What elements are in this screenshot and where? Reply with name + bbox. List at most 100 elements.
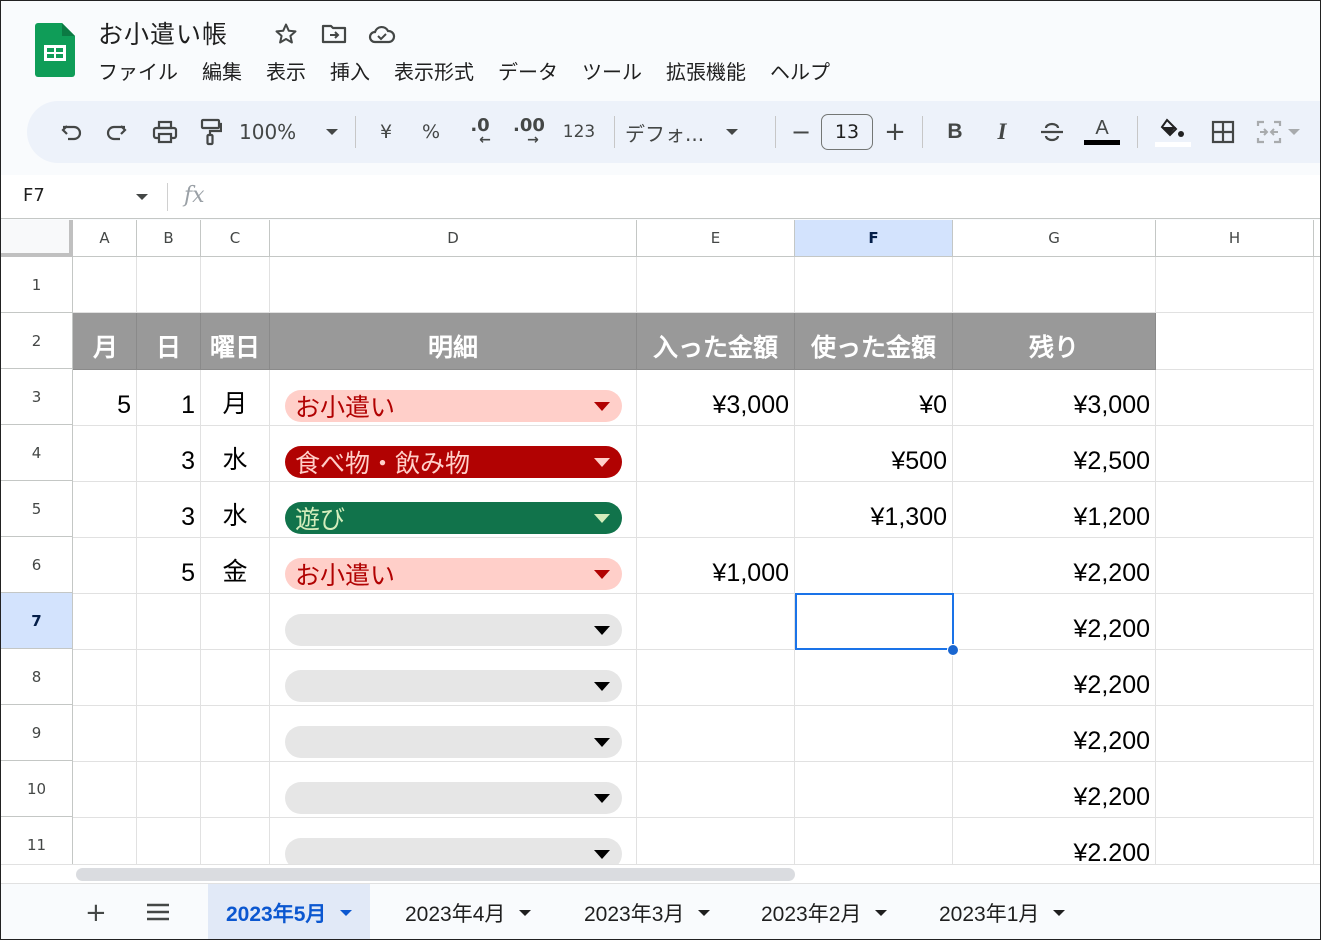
cell-e4[interactable] (637, 426, 795, 482)
cell-g8[interactable]: ¥2,200 (953, 650, 1156, 706)
strikethrough-icon[interactable] (1027, 114, 1077, 150)
cell-h7[interactable] (1156, 594, 1314, 650)
chevron-down-icon[interactable] (519, 910, 532, 916)
number-format-button[interactable]: 123 (554, 114, 604, 150)
category-dropdown-chip[interactable]: お小遣い (285, 558, 622, 590)
row-header-9[interactable]: 9 (1, 705, 73, 761)
cell-b5[interactable]: 3 (137, 482, 201, 538)
row-header-4[interactable]: 4 (1, 425, 73, 481)
category-dropdown-chip[interactable]: 遊び (285, 502, 622, 534)
menu-format[interactable]: 表示形式 (394, 56, 474, 85)
spreadsheet-grid[interactable]: A B C D E F G H 1 2 3 4 5 6 7 8 9 10 11 月日曜日 明細 入った金額 使った金額 残り 5… (1, 220, 1320, 864)
fill-handle[interactable] (947, 644, 959, 656)
redo-icon[interactable] (91, 114, 141, 150)
cell-g5[interactable]: ¥1,200 (953, 482, 1156, 538)
cell-e3[interactable]: ¥3,000 (637, 370, 795, 426)
cell-a4[interactable] (73, 426, 137, 482)
cell-e5[interactable] (637, 482, 795, 538)
sheets-logo-icon[interactable] (35, 23, 75, 77)
font-select[interactable]: デフォ... (625, 114, 765, 150)
chevron-down-icon[interactable] (340, 910, 353, 916)
decrease-decimal-button[interactable]: .0 ← (456, 114, 504, 150)
menu-tools[interactable]: ツール (582, 56, 642, 85)
cell-a3[interactable]: 5 (73, 370, 137, 426)
cell-b8[interactable] (137, 650, 201, 706)
decrease-font-size-button[interactable]: − (786, 114, 816, 150)
currency-format-button[interactable]: ¥ (366, 114, 406, 150)
cell-b4[interactable]: 3 (137, 426, 201, 482)
sheet-tab[interactable]: 2023年1月 (921, 884, 1083, 939)
category-dropdown-chip[interactable]: 食べ物・飲み物 (285, 446, 622, 478)
column-header-h[interactable]: H (1156, 220, 1314, 257)
paint-format-icon[interactable] (189, 114, 233, 150)
menu-insert[interactable]: 挿入 (330, 56, 370, 85)
cell-d1[interactable] (270, 257, 637, 313)
cell-h4[interactable] (1156, 426, 1314, 482)
cell-c7[interactable] (201, 594, 270, 650)
cell-c4[interactable]: 水 (201, 426, 270, 482)
italic-button[interactable]: I (977, 114, 1027, 150)
zoom-select[interactable]: 100% (233, 114, 345, 150)
cell-h8[interactable] (1156, 650, 1314, 706)
cell-e9[interactable] (637, 706, 795, 762)
row-header-7[interactable]: 7 (1, 593, 73, 649)
column-header-b[interactable]: B (137, 220, 201, 257)
cell-b7[interactable] (137, 594, 201, 650)
cell-g1[interactable] (953, 257, 1156, 313)
cell-e8[interactable] (637, 650, 795, 706)
cell-a10[interactable] (73, 762, 137, 818)
cell-f6[interactable] (795, 538, 953, 594)
cell-c6[interactable]: 金 (201, 538, 270, 594)
cell-a5[interactable] (73, 482, 137, 538)
chevron-down-icon[interactable] (698, 910, 711, 916)
cell-h10[interactable] (1156, 762, 1314, 818)
merge-cells-button[interactable] (1248, 114, 1308, 150)
cell-f1[interactable] (795, 257, 953, 313)
cell-f3[interactable]: ¥0 (795, 370, 953, 426)
cell-f9[interactable] (795, 706, 953, 762)
increase-decimal-button[interactable]: .00 → (504, 114, 554, 150)
menu-help[interactable]: ヘルプ (770, 56, 830, 85)
cell-g9[interactable]: ¥2,200 (953, 706, 1156, 762)
column-header-a[interactable]: A (73, 220, 137, 257)
undo-icon[interactable] (53, 114, 91, 150)
star-icon[interactable] (271, 19, 301, 49)
category-dropdown-chip[interactable] (285, 614, 622, 646)
chevron-down-icon[interactable] (875, 910, 888, 916)
cell-a11[interactable] (73, 818, 137, 864)
row-header-10[interactable]: 10 (1, 761, 73, 817)
column-header-c[interactable]: C (201, 220, 270, 257)
cell-b10[interactable] (137, 762, 201, 818)
menu-view[interactable]: 表示 (266, 56, 306, 85)
print-icon[interactable] (141, 114, 189, 150)
increase-font-size-button[interactable]: + (878, 114, 912, 150)
cell-f11[interactable] (795, 818, 953, 864)
category-dropdown-chip[interactable] (285, 726, 622, 758)
category-dropdown-chip[interactable] (285, 838, 622, 864)
chevron-down-icon[interactable] (1053, 910, 1066, 916)
row-header-1[interactable]: 1 (1, 257, 73, 313)
sheet-tab[interactable]: 2023年2月 (743, 884, 905, 939)
cell-h5[interactable] (1156, 482, 1314, 538)
cell-c5[interactable]: 水 (201, 482, 270, 538)
cell-g11[interactable]: ¥2.200 (953, 818, 1156, 864)
cell-h3[interactable] (1156, 370, 1314, 426)
cell-a6[interactable] (73, 538, 137, 594)
cell-f4[interactable]: ¥500 (795, 426, 953, 482)
menu-file[interactable]: ファイル (98, 56, 178, 85)
menu-extensions[interactable]: 拡張機能 (666, 56, 746, 85)
cell-f8[interactable] (795, 650, 953, 706)
document-title[interactable]: お小遣い帳 (98, 15, 228, 51)
cell-a8[interactable] (73, 650, 137, 706)
cell-b1[interactable] (137, 257, 201, 313)
row-header-3[interactable]: 3 (1, 369, 73, 425)
row-header-8[interactable]: 8 (1, 649, 73, 705)
category-dropdown-chip[interactable] (285, 782, 622, 814)
horizontal-scrollbar[interactable] (1, 864, 1320, 883)
cell-h6[interactable] (1156, 538, 1314, 594)
cell-h1[interactable] (1156, 257, 1314, 313)
menu-edit[interactable]: 編集 (202, 56, 242, 85)
cell-c3[interactable]: 月 (201, 370, 270, 426)
cell-c11[interactable] (201, 818, 270, 864)
category-dropdown-chip[interactable] (285, 670, 622, 702)
